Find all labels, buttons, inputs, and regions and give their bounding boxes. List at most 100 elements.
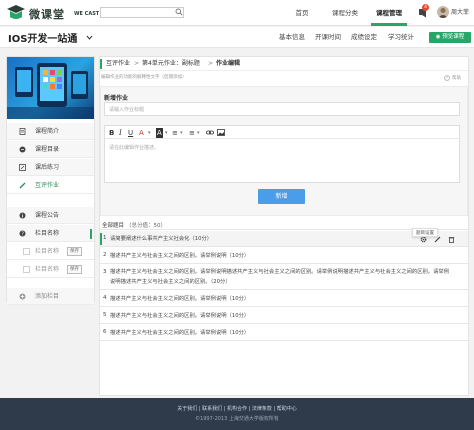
document-icon	[19, 128, 26, 135]
image-icon[interactable]	[217, 129, 225, 136]
assignment-body-editor[interactable]: 请在此编辑作业描述。	[104, 139, 460, 183]
info-icon	[19, 212, 26, 219]
help-icon: ?	[19, 230, 26, 237]
footer	[0, 398, 474, 430]
sidebar-subitem-label: 栏目名称	[35, 248, 60, 255]
course-cover-image	[7, 57, 94, 119]
bold-button[interactable]: B	[109, 128, 114, 138]
question-row[interactable]: 2 描述共产主义与社会主义之间的区别。请举例说明（10分）	[100, 248, 468, 264]
sidebar-subitem-1[interactable]: 栏目名称 保存	[7, 243, 94, 260]
chevron-down-icon[interactable]	[86, 34, 93, 41]
list-icon	[19, 146, 26, 153]
chevron-down-icon[interactable]: ▾	[197, 128, 200, 138]
sidebar-item-course-intro[interactable]: 课程简介	[7, 123, 94, 140]
font-color-button[interactable]: A	[139, 128, 144, 138]
editor-toolbar: B I U A ▾ A ▾ ≡ ▾ ≡ ▾	[104, 125, 460, 139]
question-row[interactable]: 6 描述共产主义与社会主义之间的区别。请举例说明（10分）	[100, 325, 468, 341]
tab-schedule[interactable]: 开课时间	[315, 28, 341, 47]
brand-subtitle: WE CAST	[74, 11, 100, 17]
checkbox-icon[interactable]	[23, 266, 30, 273]
preview-course-label: 预览课程	[442, 34, 465, 40]
question-text: 描述共产主义与社会主义之间的区别。请举例说明（10分）	[110, 253, 250, 259]
tab-grading[interactable]: 成绩设定	[351, 28, 377, 47]
search-icon[interactable]	[175, 8, 183, 16]
question-settings-tooltip: 题目设置	[412, 228, 438, 237]
help-link[interactable]: 帮助	[452, 75, 461, 81]
footer-links[interactable]: 关于我们 | 联系我们 | 机构合作 | 法律条款 | 帮助中心	[0, 405, 474, 412]
question-row[interactable]: 3 描述共产主义与社会主义之间的区别。请举例说明描述共产主义与社会主义之间的区别…	[100, 265, 468, 290]
breadcrumb-accent	[100, 59, 102, 69]
assignment-title-input[interactable]: 请输入作业标题	[104, 102, 460, 116]
sidebar-item-label: 互评作业	[35, 182, 60, 189]
chevron-down-icon[interactable]: ▾	[148, 128, 151, 138]
sidebar-subitem-2[interactable]: 栏目名称 保存	[7, 261, 94, 278]
course-title[interactable]: IOS开发一站通	[8, 30, 77, 45]
sidebar-item-label: 栏目名称	[35, 230, 60, 237]
breadcrumb-separator: >	[208, 60, 214, 67]
tab-basic-info[interactable]: 基本信息	[279, 28, 305, 47]
underline-button[interactable]: U	[128, 128, 133, 138]
question-number: 2	[103, 252, 107, 258]
chevron-down-icon[interactable]: ▾	[165, 128, 168, 138]
nav-home[interactable]: 首页	[285, 0, 319, 26]
sidebar-subitem-label: 栏目名称	[35, 266, 60, 273]
add-column-button[interactable]: 添加栏目	[7, 288, 94, 305]
breadcrumb-current: 作业编辑	[216, 60, 241, 67]
ordered-list-button[interactable]: ≡	[189, 128, 195, 138]
italic-button[interactable]: I	[119, 128, 122, 138]
save-button[interactable]: 保存	[67, 265, 82, 274]
sidebar-item-peer-assignment[interactable]: 互评作业	[7, 177, 94, 194]
highlight-button[interactable]: A	[156, 128, 163, 138]
question-text: 描述共产主义与社会主义之间的区别。请举例说明描述共产主义与社会主义之间的区别。请…	[110, 269, 450, 285]
nav-active-indicator	[371, 23, 407, 26]
question-number: 3	[103, 269, 107, 275]
question-text: 描述共产主义与社会主义之间的区别。请举例说明（10分）	[110, 296, 250, 302]
breadcrumb-separator: >	[134, 60, 140, 67]
question-list-title: 全部题目	[102, 223, 125, 229]
search-input[interactable]	[100, 7, 184, 18]
sidebar-item-label: 课程简介	[35, 128, 60, 135]
help-icon[interactable]: ?	[444, 75, 450, 81]
preview-course-button[interactable]: ◉ 预览课程	[429, 32, 471, 43]
logo-icon[interactable]	[6, 4, 26, 21]
question-number: 5	[103, 312, 107, 318]
footer-copyright: ©1997-2013 上海交通大学版权所有	[195, 416, 279, 422]
question-total-score: （总分值：50）	[126, 223, 166, 229]
sidebar-item-column[interactable]: ? 栏目名称	[7, 225, 94, 242]
drag-handle-icon[interactable]	[90, 229, 92, 239]
brand-name[interactable]: 微课堂	[29, 6, 65, 22]
question-text: 描述共产主义与社会主义之间的区别。请举例说明（10分）	[110, 313, 250, 319]
breadcrumb-item[interactable]: 互评作业	[106, 57, 130, 71]
question-number: 4	[103, 295, 107, 301]
question-number: 6	[103, 329, 107, 335]
save-button[interactable]: 保存	[67, 247, 82, 256]
edit-icon[interactable]	[434, 236, 441, 243]
username[interactable]: 周大菲	[451, 0, 469, 26]
notification-badge: 4	[422, 4, 429, 11]
question-text: 请简要阐述什么事共产主义社会化（10分）	[110, 236, 213, 242]
link-icon[interactable]	[206, 129, 214, 136]
sidebar-item-label: 课程公告	[35, 212, 60, 219]
sidebar-item-label: 课程目录	[35, 146, 60, 153]
sidebar-item-course-catalog[interactable]: 课程目录	[7, 141, 94, 158]
breadcrumb-hint: 编辑作业的功能的解释性文字（后期添加）	[101, 75, 187, 80]
pen-icon	[19, 182, 26, 189]
tab-statistics[interactable]: 学习统计	[388, 28, 414, 47]
sidebar-item-announcements[interactable]: 课程公告	[7, 207, 94, 224]
panel-title: 新增作业	[104, 95, 129, 102]
nav-course-categories[interactable]: 课程分类	[323, 0, 367, 26]
avatar[interactable]	[437, 6, 449, 18]
add-assignment-button[interactable]: 新增	[258, 189, 305, 204]
breadcrumb-item[interactable]: 第4单元作业：副标题	[142, 57, 200, 71]
sidebar-item-exercises[interactable]: 课后练习	[7, 159, 94, 176]
question-text: 描述共产主义与社会主义之间的区别。请举例说明（10分）	[110, 330, 250, 336]
question-row[interactable]: 4 描述共产主义与社会主义之间的区别。请举例说明（10分）	[100, 291, 468, 307]
trash-icon[interactable]	[448, 236, 455, 243]
question-row[interactable]: 5 描述共产主义与社会主义之间的区别。请举例说明（10分）	[100, 308, 468, 324]
chevron-down-icon[interactable]: ▾	[180, 128, 183, 138]
unordered-list-button[interactable]: ≡	[172, 128, 178, 138]
sidebar-item-label: 课后练习	[35, 164, 60, 171]
svg-text:?: ?	[446, 76, 448, 81]
checkbox-icon[interactable]	[23, 248, 30, 255]
plus-circle-icon	[19, 293, 26, 300]
